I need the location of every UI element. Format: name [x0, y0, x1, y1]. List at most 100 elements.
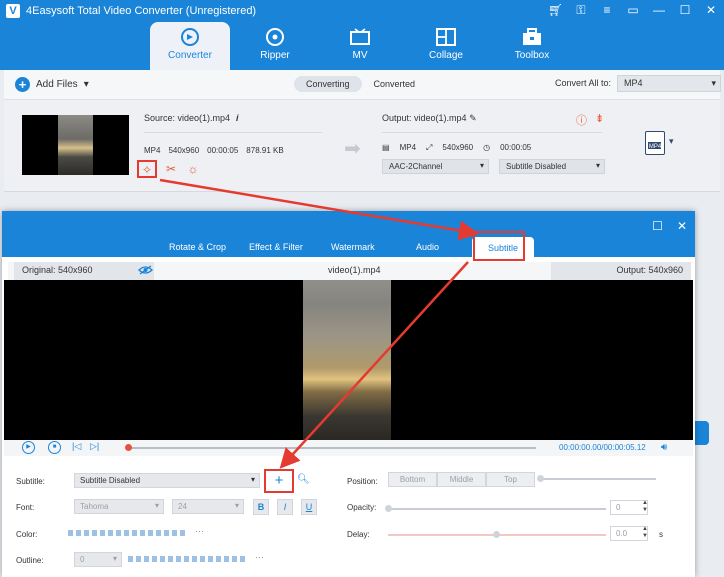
seek-handle[interactable]	[125, 444, 132, 451]
subtitle-tab-highlight	[473, 231, 525, 261]
info-icon[interactable]: i	[236, 113, 239, 123]
more-colors-icon[interactable]: ···	[195, 526, 204, 536]
delay-stepper[interactable]: ▲ ▼	[642, 526, 650, 540]
video-preview[interactable]	[4, 280, 693, 440]
video-thumbnail[interactable]	[22, 115, 129, 175]
output-size: Output: 540x960	[551, 262, 691, 280]
menu-icon[interactable]: ≡	[600, 3, 614, 18]
subtitle-label: Subtitle:	[16, 477, 45, 486]
ripper-icon	[266, 28, 284, 46]
position-slider[interactable]	[537, 475, 656, 482]
underline-button[interactable]: U	[301, 499, 317, 515]
tab-label: Collage	[429, 50, 463, 61]
opacity-label: Opacity:	[347, 503, 377, 512]
more-colors-icon[interactable]: ···	[255, 552, 264, 562]
tab-toolbox[interactable]: Toolbox	[492, 22, 572, 70]
source-resolution: 540x960	[168, 146, 200, 155]
chevron-down-icon[interactable]: ▾	[84, 79, 89, 90]
playback-bar: ▶ ■ |◁ ▷| 00:00:00.00/00:00:05.12 🔊︎	[4, 440, 693, 456]
preview-header: Original: 540x960 video(1).mp4 Output: 5…	[8, 262, 691, 280]
opacity-slider[interactable]	[385, 505, 606, 512]
outline-label: Outline:	[16, 556, 44, 565]
output-resolution: 540x960	[442, 143, 474, 152]
font-size-select[interactable]: 24	[172, 499, 244, 514]
font-select[interactable]: Tahoma	[74, 499, 164, 514]
subtitle-select[interactable]: Subtitle Disabled	[74, 473, 260, 488]
tab-watermark[interactable]: Watermark	[331, 242, 375, 252]
position-top[interactable]: Top	[486, 472, 535, 487]
close-button[interactable]: ✕	[704, 3, 718, 18]
edit-wand-icon[interactable]: ✧	[137, 160, 157, 178]
opacity-stepper[interactable]: ▲ ▼	[642, 500, 650, 514]
search-icon[interactable]: 🔍︎	[297, 474, 311, 488]
seek-track[interactable]	[125, 444, 536, 451]
output-duration: 00:00:05	[500, 143, 532, 152]
output-meta: ▤ MP4 ⤢ 540x960 ◷ 00:00:05	[382, 143, 531, 153]
tab-label: MV	[352, 50, 368, 61]
format-badge-label: MP4	[648, 144, 662, 150]
bold-button[interactable]: B	[253, 499, 269, 515]
minimize-button[interactable]: —	[652, 3, 666, 18]
preview-filename: video(1).mp4	[328, 265, 381, 275]
italic-button[interactable]: I	[277, 499, 293, 515]
converting-tab[interactable]: Converting	[294, 76, 362, 92]
converter-toolbar: + Add Files ▾ Converting Converted Conve…	[4, 70, 721, 100]
source-size: 878.91 KB	[246, 146, 284, 155]
output-format-badge[interactable]: MP4	[645, 131, 665, 155]
font-label: Font:	[16, 503, 35, 512]
info-circle-icon[interactable]: ⓘ	[576, 112, 587, 128]
eye-hidden-icon[interactable]	[138, 265, 153, 275]
position-label: Position:	[347, 477, 378, 486]
file-row: Source: video(1).mp4 i MP4 540x960 00:00:…	[4, 100, 720, 192]
cut-scissors-icon[interactable]: ✂	[163, 161, 179, 177]
maximize-button[interactable]: ☐	[678, 3, 692, 18]
tab-converter[interactable]: Converter	[150, 22, 230, 70]
add-subtitle-button[interactable]: +	[264, 469, 294, 493]
stop-icon[interactable]: ■	[48, 441, 61, 454]
tab-ripper[interactable]: Ripper	[235, 22, 315, 70]
outline-select[interactable]: 0	[74, 552, 122, 567]
add-files-button[interactable]: + Add Files ▾	[15, 77, 89, 92]
palette-icon[interactable]: ☼	[185, 161, 201, 177]
delay-slider[interactable]	[388, 531, 606, 538]
toolbox-icon	[523, 28, 541, 45]
tab-effect-filter[interactable]: Effect & Filter	[249, 242, 303, 252]
time-display: 00:00:00.00/00:00:05.12	[559, 443, 646, 452]
color-swatches[interactable]	[68, 530, 185, 536]
output-format-icon: ▤	[382, 143, 390, 152]
maximize-button[interactable]: ☐	[652, 219, 663, 233]
compress-icon[interactable]: ⇟	[595, 112, 604, 128]
delay-unit: s	[659, 530, 663, 539]
key-icon[interactable]: ⚿	[574, 3, 588, 18]
close-button[interactable]: ✕	[677, 219, 687, 233]
status-switch: Converting Converted	[294, 76, 427, 92]
subtitle-select[interactable]: Subtitle Disabled	[499, 159, 605, 174]
chevron-down-icon[interactable]: ▾	[669, 136, 674, 147]
rename-pencil-icon[interactable]: ✎	[469, 113, 477, 123]
source-name: Source: video(1).mp4	[144, 113, 231, 123]
title-bar: V 4Easysoft Total Video Converter (Unreg…	[0, 0, 724, 22]
plus-icon: +	[15, 77, 30, 92]
tab-mv[interactable]: MV	[320, 22, 400, 70]
convert-all-select[interactable]: MP4	[617, 75, 721, 92]
position-middle[interactable]: Middle	[437, 472, 486, 487]
tab-label: Toolbox	[514, 50, 550, 61]
edit-tabs: Rotate & Crop Effect & Filter Watermark …	[2, 237, 695, 259]
feedback-icon[interactable]: ▭	[626, 3, 640, 18]
tab-rotate-crop[interactable]: Rotate & Crop	[169, 242, 226, 252]
subtitle-settings: Subtitle: Subtitle Disabled + 🔍︎ Positio…	[2, 456, 695, 577]
plus-icon: +	[274, 472, 284, 489]
position-group: Bottom Middle Top	[388, 472, 535, 487]
next-frame-icon[interactable]: ▷|	[90, 441, 99, 452]
outline-color-swatches[interactable]	[128, 556, 245, 562]
previous-frame-icon[interactable]: |◁	[72, 441, 81, 452]
audio-track-select[interactable]: AAC-2Channel	[382, 159, 489, 174]
converted-tab[interactable]: Converted	[362, 76, 428, 92]
position-bottom[interactable]: Bottom	[388, 472, 437, 487]
tab-collage[interactable]: Collage	[406, 22, 486, 70]
cart-icon[interactable]: 🛒︎	[548, 3, 563, 18]
tab-audio[interactable]: Audio	[416, 242, 439, 252]
tab-label: Converter	[168, 50, 212, 61]
volume-icon[interactable]: 🔊︎	[661, 442, 667, 453]
play-icon[interactable]: ▶	[22, 441, 35, 454]
